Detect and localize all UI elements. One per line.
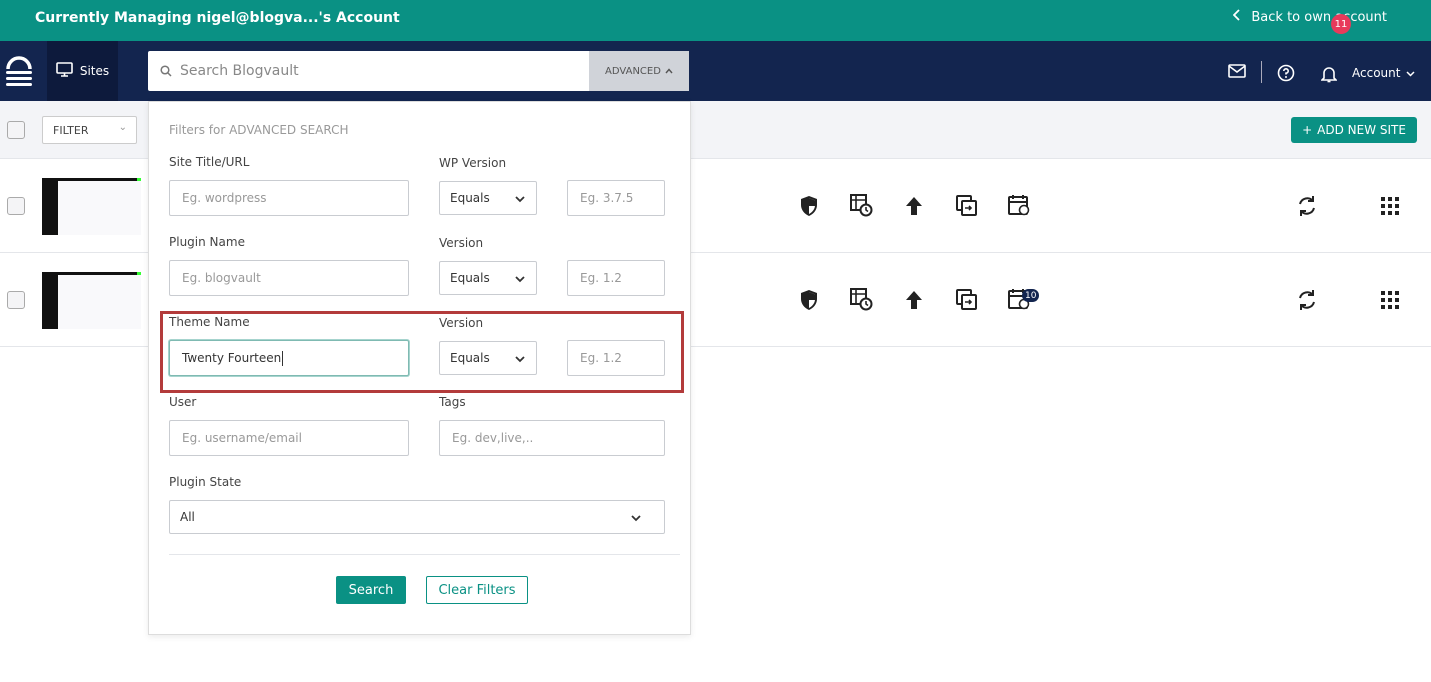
site-title-input[interactable]: Eg. wordpress (169, 180, 409, 216)
help-icon[interactable] (1276, 63, 1296, 83)
search-bar (148, 51, 589, 91)
calendar-sync-icon[interactable] (1007, 193, 1031, 217)
wp-version-operator-value: Equals (450, 191, 490, 205)
filter-dropdown[interactable]: FILTER ⌄ (42, 116, 137, 144)
sync-icon[interactable] (1295, 194, 1319, 218)
filter-label: FILTER (53, 123, 89, 137)
plugin-version-label: Version (439, 236, 484, 250)
plugin-state-select[interactable]: All (169, 500, 665, 534)
backup-schedule-icon[interactable] (849, 193, 873, 217)
nav-tab-sites[interactable]: Sites (47, 41, 118, 101)
plugin-version-operator-value: Equals (450, 271, 490, 285)
select-all-checkbox[interactable] (7, 121, 25, 139)
shield-icon[interactable] (797, 288, 821, 312)
copy-icon[interactable] (955, 194, 979, 218)
account-label: Account (1352, 66, 1401, 80)
copy-icon[interactable] (955, 288, 979, 312)
upload-icon[interactable] (902, 288, 926, 312)
monitor-icon (56, 62, 73, 80)
grid-menu-icon[interactable] (1378, 194, 1402, 218)
advanced-label: ADVANCED (605, 65, 661, 77)
calendar-count-badge: 10 (1022, 289, 1040, 302)
sync-icon[interactable] (1295, 288, 1319, 312)
back-to-own-account-link[interactable]: Back to own account (1233, 9, 1387, 25)
search-button[interactable]: Search (336, 576, 406, 604)
chevron-up-icon (665, 66, 673, 77)
wp-version-label: WP Version (439, 156, 507, 170)
chevron-down-icon: ⌄ (118, 122, 127, 133)
advanced-search-toggle[interactable]: ADVANCED (589, 51, 689, 91)
plus-icon: + (1302, 123, 1313, 137)
bell-icon[interactable] (1319, 64, 1339, 84)
wp-version-operator-select[interactable]: Equals (439, 181, 537, 215)
user-input[interactable]: Eg. username/email (169, 420, 409, 456)
upload-icon[interactable] (902, 194, 926, 218)
mail-icon[interactable] (1227, 61, 1247, 81)
site-checkbox[interactable] (7, 197, 25, 215)
add-new-site-button[interactable]: + ADD NEW SITE (1291, 117, 1417, 143)
add-site-label: ADD NEW SITE (1317, 123, 1406, 137)
chevron-down-icon (630, 512, 642, 524)
plugin-name-input[interactable]: Eg. blogvault (169, 260, 409, 296)
managing-text: Currently Managing nigel@blogva...'s Acc… (35, 10, 400, 26)
panel-title: Filters for ADVANCED SEARCH (169, 123, 349, 137)
sites-label: Sites (79, 64, 110, 78)
plugin-version-input[interactable]: Eg. 1.2 (567, 260, 665, 296)
site-checkbox[interactable] (7, 291, 25, 309)
backup-schedule-icon[interactable] (849, 287, 873, 311)
chevron-down-icon (514, 273, 526, 285)
plugin-name-label: Plugin Name (169, 235, 245, 249)
nav-divider (1261, 61, 1262, 83)
site-thumbnail[interactable] (42, 272, 141, 329)
chevron-down-icon (514, 193, 526, 205)
search-icon (160, 62, 172, 81)
clear-filters-button[interactable]: Clear Filters (426, 576, 528, 604)
blogvault-logo-icon[interactable] (4, 55, 34, 87)
panel-divider (169, 554, 680, 555)
account-menu[interactable]: Account (1352, 66, 1415, 80)
theme-filter-highlight (160, 311, 684, 393)
shield-icon[interactable] (797, 194, 821, 218)
managing-banner: Currently Managing nigel@blogva...'s Acc… (0, 0, 1431, 41)
wp-version-input[interactable]: Eg. 3.7.5 (567, 180, 665, 216)
search-input[interactable] (180, 63, 560, 79)
tags-input[interactable]: Eg. dev,live,.. (439, 420, 665, 456)
plugin-state-value: All (180, 510, 195, 524)
chevron-left-icon (1233, 9, 1241, 25)
tags-label: Tags (439, 395, 466, 409)
chevron-down-icon (1406, 66, 1415, 80)
grid-menu-icon[interactable] (1378, 288, 1402, 312)
back-label: Back to own account (1251, 9, 1387, 25)
notification-count-badge: 11 (1331, 14, 1351, 34)
main-navbar: Sites ADVANCED Account (0, 41, 1431, 101)
plugin-version-operator-select[interactable]: Equals (439, 261, 537, 295)
plugin-state-label: Plugin State (169, 475, 242, 489)
site-thumbnail[interactable] (42, 178, 141, 235)
user-label: User (169, 395, 197, 409)
site-title-label: Site Title/URL (169, 155, 250, 169)
